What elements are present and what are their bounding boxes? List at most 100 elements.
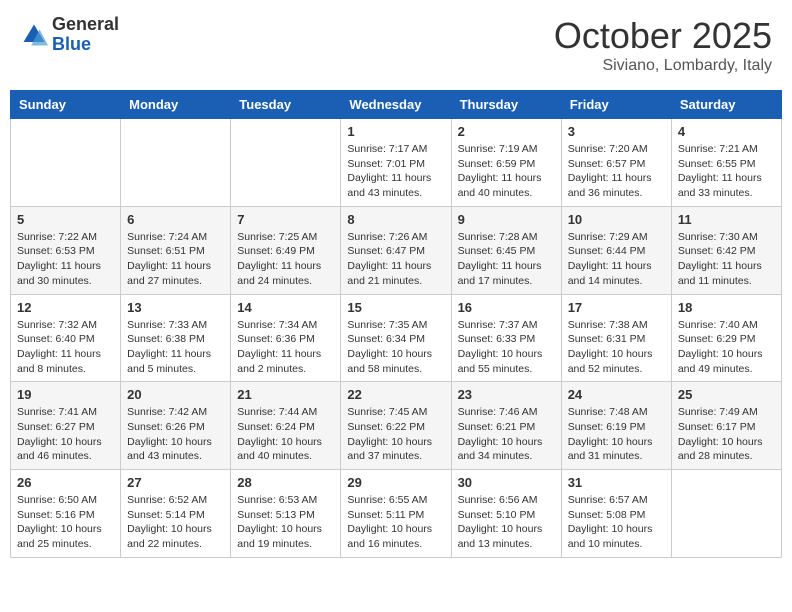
calendar-cell: 29 Sunrise: 6:55 AMSunset: 5:11 PMDayligh… <box>341 470 451 558</box>
day-number: 26 <box>17 475 114 490</box>
day-number: 31 <box>568 475 665 490</box>
calendar-cell: 17Sunrise: 7:38 AMSunset: 6:31 PMDayligh… <box>561 294 671 382</box>
logo-blue: Blue <box>52 35 119 55</box>
weekday-header: Monday <box>121 91 231 119</box>
weekday-header: Tuesday <box>231 91 341 119</box>
day-info: Sunrise: 7:30 AMSunset: 6:42 PMDaylight:… <box>678 230 775 289</box>
day-number: 28 <box>237 475 334 490</box>
day-number: 29 <box>347 475 444 490</box>
location: Siviano, Lombardy, Italy <box>554 57 772 75</box>
calendar-week-row: 19 Sunrise: 7:41 AMSunset: 6:27 PMDayligh… <box>11 382 782 470</box>
day-info: Sunrise: 7:24 AMSunset: 6:51 PMDaylight:… <box>127 230 224 289</box>
day-number: 5 <box>17 212 114 227</box>
day-info: Sunrise: 7:17 AMSunset: 7:01 PMDaylight:… <box>347 142 444 201</box>
calendar-cell: 5Sunrise: 7:22 AMSunset: 6:53 PMDaylight… <box>11 206 121 294</box>
day-info: Sunrise: 7:28 AMSunset: 6:45 PMDaylight:… <box>458 230 555 289</box>
day-info: Sunrise: 7:33 AMSunset: 6:38 PMDaylight:… <box>127 318 224 377</box>
weekday-header: Saturday <box>671 91 781 119</box>
calendar-cell: 6 Sunrise: 7:24 AMSunset: 6:51 PMDaylight… <box>121 206 231 294</box>
day-number: 4 <box>678 124 775 139</box>
calendar-week-row: 1 Sunrise: 7:17 AMSunset: 7:01 PMDaylight… <box>11 119 782 207</box>
day-info: Sunrise: 7:32 AMSunset: 6:40 PMDaylight:… <box>17 318 114 377</box>
day-number: 23 <box>458 387 555 402</box>
weekday-header: Sunday <box>11 91 121 119</box>
calendar-cell: 28 Sunrise: 6:53 AMSunset: 5:13 PMDayligh… <box>231 470 341 558</box>
calendar-cell <box>121 119 231 207</box>
calendar-cell: 27 Sunrise: 6:52 AMSunset: 5:14 PMDayligh… <box>121 470 231 558</box>
day-number: 11 <box>678 212 775 227</box>
calendar-cell <box>11 119 121 207</box>
day-number: 9 <box>458 212 555 227</box>
calendar-cell: 11 Sunrise: 7:30 AMSunset: 6:42 PMDayligh… <box>671 206 781 294</box>
day-info: Sunrise: 6:52 AMSunset: 5:14 PMDaylight:… <box>127 493 224 552</box>
day-info: Sunrise: 7:35 AMSunset: 6:34 PMDaylight:… <box>347 318 444 377</box>
logo-icon <box>20 21 48 49</box>
weekday-header: Thursday <box>451 91 561 119</box>
day-info: Sunrise: 7:41 AMSunset: 6:27 PMDaylight:… <box>17 405 114 464</box>
calendar-cell: 31 Sunrise: 6:57 AMSunset: 5:08 PMDayligh… <box>561 470 671 558</box>
calendar-cell: 14 Sunrise: 7:34 AMSunset: 6:36 PMDayligh… <box>231 294 341 382</box>
day-info: Sunrise: 6:53 AMSunset: 5:13 PMDaylight:… <box>237 493 334 552</box>
logo-general: General <box>52 15 119 35</box>
calendar-cell: 30Sunrise: 6:56 AMSunset: 5:10 PMDayligh… <box>451 470 561 558</box>
day-number: 13 <box>127 300 224 315</box>
calendar-cell: 10 Sunrise: 7:29 AMSunset: 6:44 PMDayligh… <box>561 206 671 294</box>
day-info: Sunrise: 7:44 AMSunset: 6:24 PMDaylight:… <box>237 405 334 464</box>
day-number: 17 <box>568 300 665 315</box>
day-info: Sunrise: 7:29 AMSunset: 6:44 PMDaylight:… <box>568 230 665 289</box>
calendar-cell: 7Sunrise: 7:25 AMSunset: 6:49 PMDaylight… <box>231 206 341 294</box>
day-number: 3 <box>568 124 665 139</box>
day-number: 10 <box>568 212 665 227</box>
calendar-week-row: 5Sunrise: 7:22 AMSunset: 6:53 PMDaylight… <box>11 206 782 294</box>
day-number: 19 <box>17 387 114 402</box>
day-info: Sunrise: 7:19 AMSunset: 6:59 PMDaylight:… <box>458 142 555 201</box>
calendar-cell: 26 Sunrise: 6:50 AMSunset: 5:16 PMDayligh… <box>11 470 121 558</box>
calendar-cell: 9 Sunrise: 7:28 AMSunset: 6:45 PMDaylight… <box>451 206 561 294</box>
weekday-header-row: SundayMondayTuesdayWednesdayThursdayFrid… <box>11 91 782 119</box>
day-number: 1 <box>347 124 444 139</box>
day-info: Sunrise: 6:56 AMSunset: 5:10 PMDaylight:… <box>458 493 555 552</box>
calendar-cell <box>231 119 341 207</box>
day-info: Sunrise: 7:26 AMSunset: 6:47 PMDaylight:… <box>347 230 444 289</box>
day-number: 15 <box>347 300 444 315</box>
day-number: 2 <box>458 124 555 139</box>
calendar-cell: 16Sunrise: 7:37 AMSunset: 6:33 PMDayligh… <box>451 294 561 382</box>
calendar-cell: 23Sunrise: 7:46 AMSunset: 6:21 PMDayligh… <box>451 382 561 470</box>
day-number: 27 <box>127 475 224 490</box>
calendar-cell: 25Sunrise: 7:49 AMSunset: 6:17 PMDayligh… <box>671 382 781 470</box>
day-number: 25 <box>678 387 775 402</box>
day-info: Sunrise: 7:34 AMSunset: 6:36 PMDaylight:… <box>237 318 334 377</box>
day-number: 24 <box>568 387 665 402</box>
day-info: Sunrise: 6:50 AMSunset: 5:16 PMDaylight:… <box>17 493 114 552</box>
calendar-week-row: 26 Sunrise: 6:50 AMSunset: 5:16 PMDayligh… <box>11 470 782 558</box>
calendar-cell: 18 Sunrise: 7:40 AMSunset: 6:29 PMDayligh… <box>671 294 781 382</box>
calendar-week-row: 12Sunrise: 7:32 AMSunset: 6:40 PMDayligh… <box>11 294 782 382</box>
calendar-cell: 24Sunrise: 7:48 AMSunset: 6:19 PMDayligh… <box>561 382 671 470</box>
calendar-cell: 13 Sunrise: 7:33 AMSunset: 6:38 PMDayligh… <box>121 294 231 382</box>
day-number: 8 <box>347 212 444 227</box>
calendar-cell: 3Sunrise: 7:20 AMSunset: 6:57 PMDaylight… <box>561 119 671 207</box>
day-number: 22 <box>347 387 444 402</box>
calendar-cell: 20 Sunrise: 7:42 AMSunset: 6:26 PMDayligh… <box>121 382 231 470</box>
day-number: 14 <box>237 300 334 315</box>
calendar-cell: 8 Sunrise: 7:26 AMSunset: 6:47 PMDaylight… <box>341 206 451 294</box>
calendar-cell: 1 Sunrise: 7:17 AMSunset: 7:01 PMDaylight… <box>341 119 451 207</box>
calendar-table: SundayMondayTuesdayWednesdayThursdayFrid… <box>10 90 782 558</box>
calendar-cell: 2 Sunrise: 7:19 AMSunset: 6:59 PMDaylight… <box>451 119 561 207</box>
calendar-cell <box>671 470 781 558</box>
day-info: Sunrise: 7:40 AMSunset: 6:29 PMDaylight:… <box>678 318 775 377</box>
day-info: Sunrise: 7:42 AMSunset: 6:26 PMDaylight:… <box>127 405 224 464</box>
calendar-cell: 21 Sunrise: 7:44 AMSunset: 6:24 PMDayligh… <box>231 382 341 470</box>
day-info: Sunrise: 6:57 AMSunset: 5:08 PMDaylight:… <box>568 493 665 552</box>
day-number: 20 <box>127 387 224 402</box>
calendar-cell: 4Sunrise: 7:21 AMSunset: 6:55 PMDaylight… <box>671 119 781 207</box>
title-block: October 2025 Siviano, Lombardy, Italy <box>554 15 772 75</box>
calendar-cell: 12Sunrise: 7:32 AMSunset: 6:40 PMDayligh… <box>11 294 121 382</box>
day-number: 7 <box>237 212 334 227</box>
day-number: 6 <box>127 212 224 227</box>
calendar-cell: 22Sunrise: 7:45 AMSunset: 6:22 PMDayligh… <box>341 382 451 470</box>
day-number: 16 <box>458 300 555 315</box>
day-number: 18 <box>678 300 775 315</box>
day-info: Sunrise: 6:55 AMSunset: 5:11 PMDaylight:… <box>347 493 444 552</box>
day-number: 21 <box>237 387 334 402</box>
